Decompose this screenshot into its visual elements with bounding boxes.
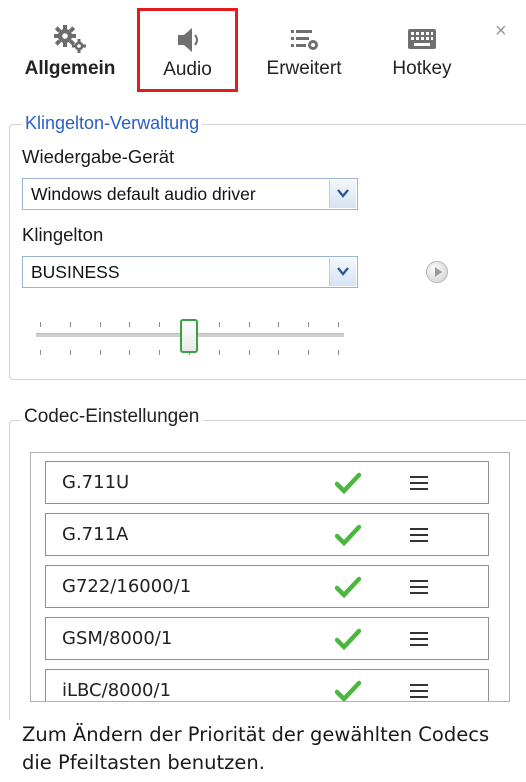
menu-icon[interactable] <box>410 684 428 698</box>
ringtone-group-legend: Klingelton-Verwaltung <box>22 113 203 134</box>
codec-priority-hint: Zum Ändern der Priorität der gewählten C… <box>22 723 490 774</box>
codec-list[interactable]: G.711U G.711A G722/16000/1 GSM/8000/1 iLBC/8… <box>30 452 510 702</box>
tab-label: Audio <box>163 59 212 80</box>
codec-name: G.711U <box>62 472 130 493</box>
codec-group-legend: Codec-Einstellungen <box>20 406 204 428</box>
play-button[interactable] <box>426 261 448 283</box>
tab-audio[interactable]: Audio <box>137 8 238 92</box>
checkmark-icon[interactable] <box>335 680 361 702</box>
tab-allgemein[interactable]: Allgemein <box>14 10 126 88</box>
checkmark-icon[interactable] <box>335 576 361 598</box>
slider-thumb[interactable] <box>180 319 198 353</box>
menu-icon[interactable] <box>410 476 428 490</box>
checkmark-icon[interactable] <box>335 524 361 546</box>
codec-row[interactable]: GSM/8000/1 <box>45 617 489 660</box>
playback-device-label: Wiedergabe-Gerät <box>22 146 175 167</box>
chevron-down-icon <box>337 189 349 198</box>
keyboard-icon <box>408 29 436 49</box>
menu-icon[interactable] <box>410 528 428 542</box>
close-icon[interactable]: × <box>495 20 507 43</box>
codec-name: G.711A <box>62 524 129 545</box>
menu-icon[interactable] <box>410 632 428 646</box>
ringtone-select[interactable]: BUSINESS <box>22 256 358 288</box>
list-settings-icon <box>291 30 318 50</box>
play-icon <box>435 267 442 277</box>
ringtone-value: BUSINESS <box>31 262 120 282</box>
tab-hotkey[interactable]: Hotkey <box>372 10 472 88</box>
codec-row[interactable]: iLBC/8000/1 <box>45 669 489 702</box>
gears-icon <box>54 25 86 53</box>
tab-label: Hotkey <box>392 58 452 79</box>
playback-device-value: Windows default audio driver <box>31 184 256 204</box>
checkmark-icon[interactable] <box>335 628 361 650</box>
speaker-icon <box>177 28 198 52</box>
codec-row[interactable]: G.711A <box>45 513 489 556</box>
chevron-down-icon <box>337 267 349 276</box>
dropdown-button[interactable] <box>329 258 356 286</box>
codec-name: GSM/8000/1 <box>62 628 173 649</box>
menu-icon[interactable] <box>410 580 428 594</box>
codec-row[interactable]: G722/16000/1 <box>45 565 489 608</box>
codec-row[interactable]: G.711U <box>45 461 489 504</box>
tab-label: Erweitert <box>266 58 342 79</box>
ringtone-label: Klingelton <box>22 224 104 245</box>
codec-name: iLBC/8000/1 <box>62 680 172 701</box>
tab-erweitert[interactable]: Erweitert <box>254 10 354 88</box>
codec-name: G722/16000/1 <box>62 576 192 597</box>
playback-device-select[interactable]: Windows default audio driver <box>22 178 358 210</box>
dropdown-button[interactable] <box>329 180 356 208</box>
checkmark-icon[interactable] <box>335 472 361 494</box>
tab-label: Allgemein <box>24 58 116 79</box>
